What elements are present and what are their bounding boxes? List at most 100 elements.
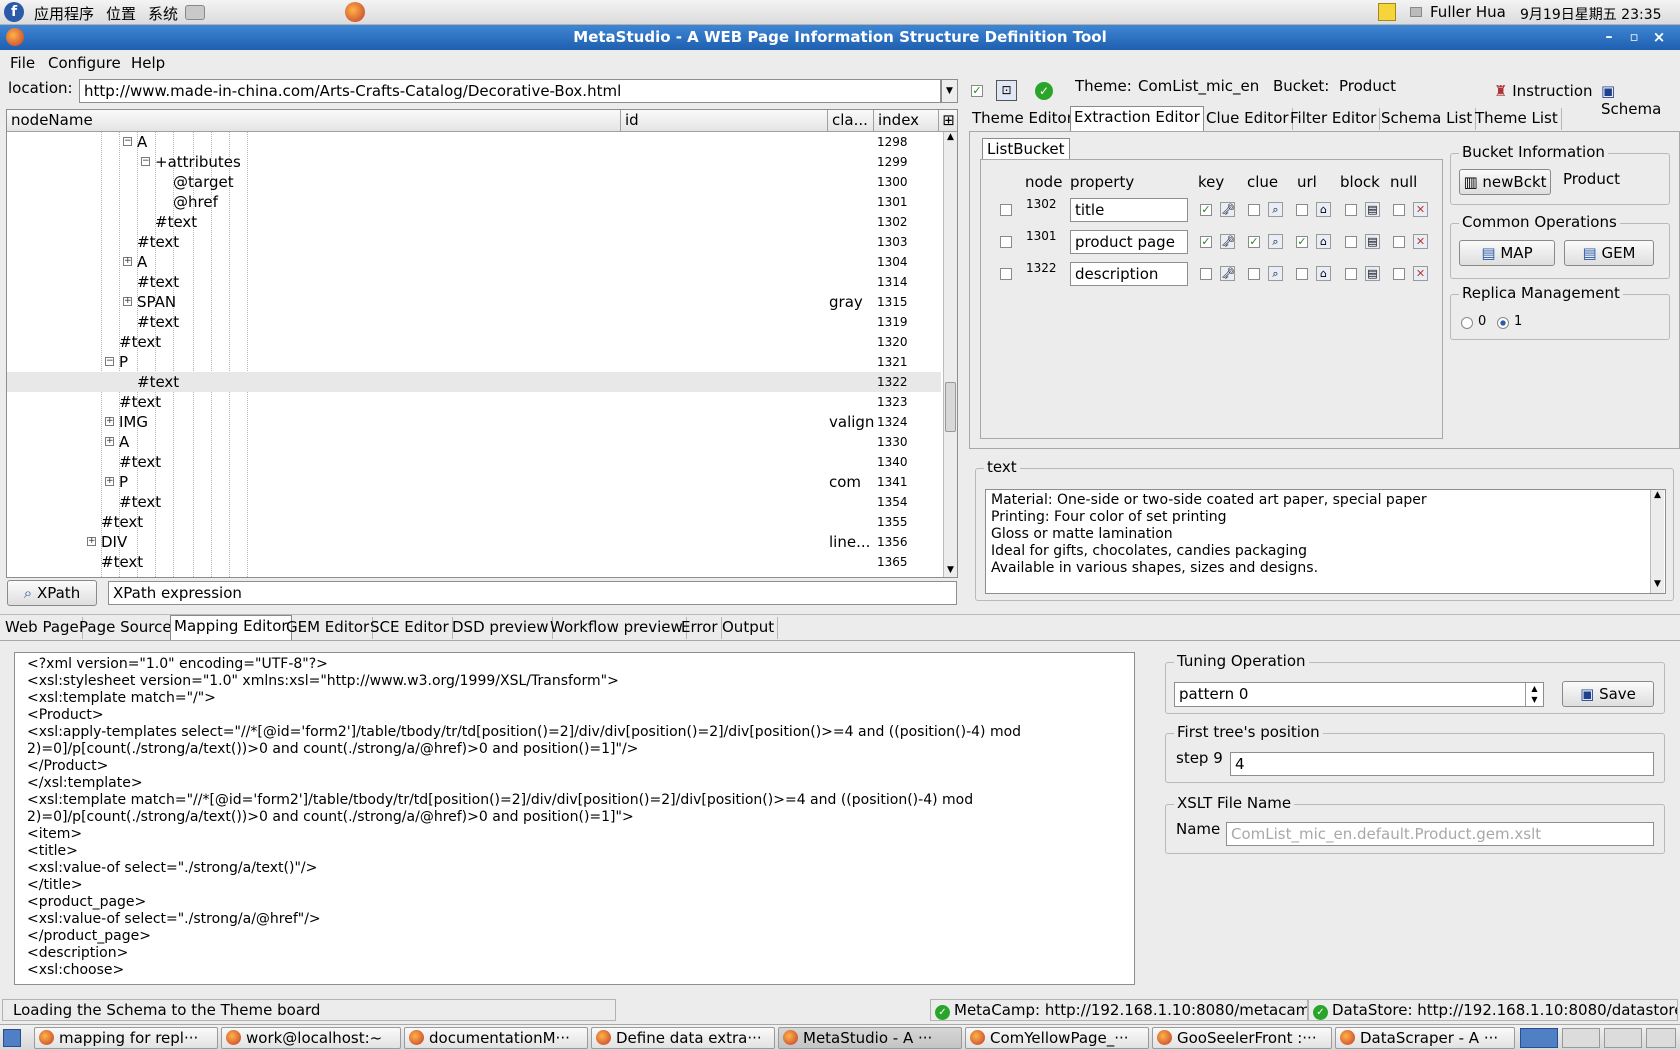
- clue-icon[interactable]: ⌕: [1268, 202, 1283, 217]
- task-datascraper[interactable]: DataScraper - A ···: [1335, 1027, 1515, 1049]
- menu-help[interactable]: Help: [131, 54, 165, 72]
- xpath-input[interactable]: XPath expression: [108, 581, 957, 605]
- row-key-checkbox[interactable]: [1200, 268, 1212, 280]
- xslt-code-editor[interactable]: <?xml version="1.0" encoding="UTF-8"?> <x…: [14, 652, 1135, 985]
- expand-icon[interactable]: +: [105, 437, 114, 446]
- xpath-button[interactable]: ⌕ XPath: [7, 580, 97, 606]
- tab-extraction-editor[interactable]: Extraction Editor: [1070, 106, 1204, 131]
- delete-icon[interactable]: ✕: [1413, 266, 1428, 281]
- listbucket-tab[interactable]: ListBucket: [982, 138, 1070, 160]
- notes-icon[interactable]: [1378, 3, 1396, 21]
- block-icon[interactable]: ▤: [1365, 234, 1380, 249]
- map-button[interactable]: ▤ MAP: [1459, 240, 1555, 266]
- tree-row[interactable]: @href 1301: [7, 192, 941, 212]
- tab-workflow-preview[interactable]: Workflow preview: [547, 617, 687, 639]
- home-icon[interactable]: ⌂: [1316, 202, 1331, 217]
- row-property-input[interactable]: description: [1070, 262, 1188, 286]
- menu-configure[interactable]: Configure: [48, 54, 121, 72]
- collapse-icon[interactable]: −: [123, 137, 132, 146]
- tree-row[interactable]: #text 1319: [7, 312, 941, 332]
- scroll-up-icon[interactable]: ▲: [944, 132, 957, 146]
- menu-file[interactable]: File: [10, 54, 35, 72]
- step-input[interactable]: 4: [1230, 752, 1654, 776]
- row-key-checkbox[interactable]: ✓: [1200, 204, 1212, 216]
- tab-error[interactable]: Error: [678, 617, 722, 639]
- system-menu[interactable]: 系统: [148, 3, 178, 24]
- home-icon[interactable]: ⌂: [1316, 234, 1331, 249]
- expand-icon[interactable]: +: [123, 257, 132, 266]
- delete-icon[interactable]: ✕: [1413, 202, 1428, 217]
- tree-row[interactable]: #text 1355: [7, 512, 941, 532]
- scroll-thumb[interactable]: [945, 382, 956, 432]
- text-scrollbar[interactable]: ▲ ▼: [1650, 490, 1664, 593]
- tree-row[interactable]: #text 1322: [7, 372, 941, 392]
- tree-row[interactable]: − +attributes 1299: [7, 152, 941, 172]
- column-chooser-icon[interactable]: ⊞: [939, 110, 957, 132]
- pattern-select[interactable]: pattern 0 ▲ ▼: [1174, 682, 1544, 707]
- task-documentation[interactable]: documentationM···: [404, 1027, 588, 1049]
- expand-icon[interactable]: +: [105, 477, 114, 486]
- system-tray-icon[interactable]: [185, 5, 205, 20]
- clue-icon[interactable]: ⌕: [1268, 234, 1283, 249]
- row-select-checkbox[interactable]: [1000, 236, 1012, 248]
- tab-clue-editor[interactable]: Clue Editor: [1203, 108, 1293, 130]
- delete-icon[interactable]: ✕: [1413, 234, 1428, 249]
- clue-icon[interactable]: ⌕: [1268, 266, 1283, 281]
- tab-page-source[interactable]: Page Source: [76, 617, 176, 639]
- gem-button[interactable]: ▤ GEM: [1564, 240, 1654, 266]
- tree-row[interactable]: + IMG valign 1324: [7, 412, 941, 432]
- row-property-input[interactable]: title: [1070, 198, 1188, 222]
- collapse-icon[interactable]: −: [141, 157, 150, 166]
- row-key-checkbox[interactable]: ✓: [1200, 236, 1212, 248]
- expand-icon[interactable]: +: [105, 417, 114, 426]
- column-header-nodename[interactable]: nodeName: [7, 110, 621, 132]
- row-block-checkbox[interactable]: [1345, 236, 1357, 248]
- spinner-icon[interactable]: ▲ ▼: [1525, 683, 1543, 706]
- tree-row[interactable]: + A 1304: [7, 252, 941, 272]
- tree-row[interactable]: + A 1330: [7, 432, 941, 452]
- block-icon[interactable]: ▤: [1365, 202, 1380, 217]
- tree-row[interactable]: + SPAN gray 1315: [7, 292, 941, 312]
- tree-row[interactable]: + Pcom 1341: [7, 472, 941, 492]
- task-mapping[interactable]: mapping for repl···: [34, 1027, 218, 1049]
- new-bucket-button[interactable]: ▥ newBckt: [1459, 169, 1551, 195]
- row-block-checkbox[interactable]: [1345, 268, 1357, 280]
- show-desktop-icon[interactable]: [3, 1029, 21, 1047]
- task-comyellowpage[interactable]: ComYellowPage_···: [965, 1027, 1149, 1049]
- tray-app2-icon[interactable]: [1646, 1028, 1676, 1048]
- window-app-icon[interactable]: [6, 28, 24, 46]
- row-clue-checkbox[interactable]: ✓: [1248, 236, 1260, 248]
- places-menu[interactable]: 位置: [106, 3, 136, 24]
- text-area[interactable]: Material: One-side or two-side coated ar…: [985, 489, 1666, 594]
- tray-workspace-icon[interactable]: [1562, 1028, 1600, 1048]
- row-clue-checkbox[interactable]: [1248, 268, 1260, 280]
- tree-row[interactable]: − P 1321: [7, 352, 941, 372]
- tree-row[interactable]: #text 1303: [7, 232, 941, 252]
- task-metastudio[interactable]: MetaStudio - A ···: [778, 1027, 962, 1049]
- tree-row[interactable]: #text 1323: [7, 392, 941, 412]
- collapse-icon[interactable]: −: [105, 357, 114, 366]
- dom-tree-table[interactable]: nodeName id cla... index ⊞ − A 1298− +attri…: [6, 109, 958, 578]
- home-icon[interactable]: ⌂: [1316, 266, 1331, 281]
- tab-theme-editor[interactable]: Theme Editor: [969, 108, 1077, 130]
- tree-row[interactable]: #text 1314: [7, 272, 941, 292]
- close-icon[interactable]: ×: [1650, 25, 1668, 50]
- maximize-icon[interactable]: ▫: [1625, 25, 1643, 50]
- firefox-launcher-icon[interactable]: [345, 2, 365, 22]
- minimize-icon[interactable]: –: [1600, 25, 1618, 50]
- task-gooseeler[interactable]: GooSeelerFront :···: [1152, 1027, 1332, 1049]
- key-icon[interactable]: 🗝: [1220, 202, 1235, 217]
- fedora-logo-icon[interactable]: f: [4, 2, 24, 22]
- replica-radio-1[interactable]: [1497, 317, 1509, 329]
- apps-menu[interactable]: 应用程序: [34, 3, 94, 24]
- tree-row[interactable]: + DIV line... 1356: [7, 532, 941, 552]
- row-clue-checkbox[interactable]: [1248, 204, 1260, 216]
- location-dropdown-icon[interactable]: ▼: [941, 79, 958, 103]
- tray-firefox-icon[interactable]: [1520, 1028, 1558, 1048]
- tab-web-page[interactable]: Web Page: [2, 617, 83, 639]
- tree-row[interactable]: #text 1320: [7, 332, 941, 352]
- inspect-icon[interactable]: ⊡: [996, 80, 1017, 101]
- row-block-checkbox[interactable]: [1345, 204, 1357, 216]
- text-scroll-up-icon[interactable]: ▲: [1651, 490, 1664, 504]
- xslt-name-input[interactable]: ComList_mic_en.default.Product.gem.xslt: [1226, 822, 1654, 846]
